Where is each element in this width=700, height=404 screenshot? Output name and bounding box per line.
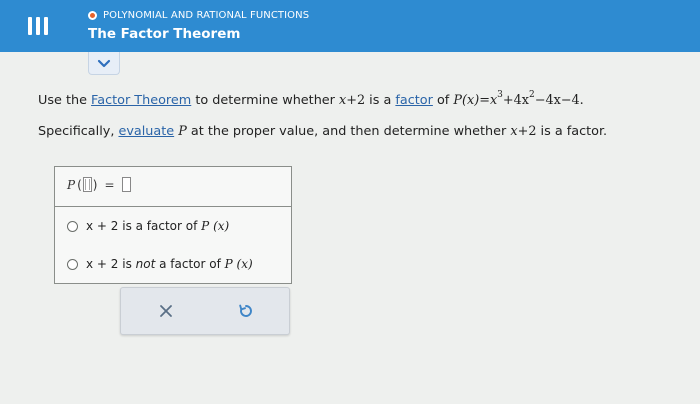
undo-button[interactable] bbox=[233, 298, 259, 324]
lesson-title: The Factor Theorem bbox=[88, 26, 241, 42]
q1-term2: +4x bbox=[502, 93, 529, 108]
q2-text-middle: at the proper value, and then determine … bbox=[186, 124, 511, 139]
radio-not-factor[interactable] bbox=[67, 258, 78, 270]
q2-plus-two: +2 bbox=[517, 124, 537, 139]
q1-equals: = bbox=[479, 93, 490, 108]
choice2-text: x + 2 is bbox=[86, 257, 136, 271]
eval-func-p: P bbox=[67, 177, 76, 192]
top-bar: POLYNOMIAL AND RATIONAL FUNCTIONS The Fa… bbox=[0, 0, 700, 52]
q1-func-arg: (x) bbox=[462, 93, 480, 108]
q2-text-suffix: is a factor. bbox=[536, 124, 608, 139]
choice2-func: P bbox=[224, 257, 233, 271]
evaluation-row: P ( ) = bbox=[55, 167, 291, 207]
chevron-down-icon bbox=[97, 59, 111, 67]
q2-func-p: P bbox=[178, 124, 187, 139]
topic-text: POLYNOMIAL AND RATIONAL FUNCTIONS bbox=[103, 10, 310, 21]
question-line-1: Use the Factor Theorem to determine whet… bbox=[38, 90, 584, 108]
q1-text-middle2: is a bbox=[365, 93, 396, 108]
topic-label: POLYNOMIAL AND RATIONAL FUNCTIONS bbox=[88, 10, 309, 21]
choice-not-factor-label: x + 2 is not a factor of P (x) bbox=[86, 257, 253, 271]
choice2-text-middle: a factor of bbox=[155, 257, 225, 271]
question-line-2: Specifically, evaluate P at the proper v… bbox=[38, 124, 607, 139]
evaluation-expression: P ( ) = bbox=[67, 177, 131, 192]
evaluate-link[interactable]: evaluate bbox=[118, 124, 174, 139]
q1-text-middle3: of bbox=[432, 93, 454, 108]
choice1-func: P bbox=[201, 219, 210, 233]
eval-argument-input[interactable] bbox=[82, 177, 92, 192]
choice2-arg: (x) bbox=[236, 257, 253, 271]
q1-term3: −4x−4. bbox=[534, 93, 584, 108]
undo-icon bbox=[239, 304, 252, 317]
x-icon bbox=[160, 305, 172, 317]
eval-close-paren: ) bbox=[92, 177, 98, 192]
q2-var-x: x bbox=[510, 124, 518, 139]
eval-arg-group: ( ) bbox=[77, 177, 97, 192]
q1-func-p: P bbox=[453, 93, 462, 108]
choice1-arg: (x) bbox=[213, 219, 230, 233]
hamburger-menu-icon[interactable] bbox=[28, 16, 48, 36]
choice-is-factor-label: x + 2 is a factor of P (x) bbox=[86, 219, 229, 233]
choice-is-factor[interactable]: x + 2 is a factor of P (x) bbox=[67, 219, 229, 233]
clear-button[interactable] bbox=[153, 298, 179, 324]
q1-text-prefix: Use the bbox=[38, 93, 92, 108]
choice2-emphasis: not bbox=[135, 257, 156, 271]
answer-panel: P ( ) = x + 2 is a factor of P (x) x + 2… bbox=[54, 166, 292, 284]
choice1-text: x + 2 is a factor of bbox=[86, 219, 202, 233]
choice-not-factor[interactable]: x + 2 is not a factor of P (x) bbox=[67, 257, 253, 271]
radio-is-factor[interactable] bbox=[67, 220, 78, 232]
eval-result-input[interactable] bbox=[121, 177, 131, 192]
expand-toggle-button[interactable] bbox=[88, 52, 120, 75]
factor-theorem-link[interactable]: Factor Theorem bbox=[91, 93, 191, 108]
topic-status-dot bbox=[88, 11, 97, 20]
eval-open-paren: ( bbox=[77, 177, 82, 192]
factor-link[interactable]: factor bbox=[395, 93, 433, 108]
q1-plus-two: +2 bbox=[346, 93, 366, 108]
q2-text-prefix: Specifically, bbox=[38, 124, 119, 139]
answer-action-bar bbox=[120, 287, 290, 335]
eval-equals: = bbox=[104, 177, 115, 192]
q1-text-middle1: to determine whether bbox=[191, 93, 340, 108]
